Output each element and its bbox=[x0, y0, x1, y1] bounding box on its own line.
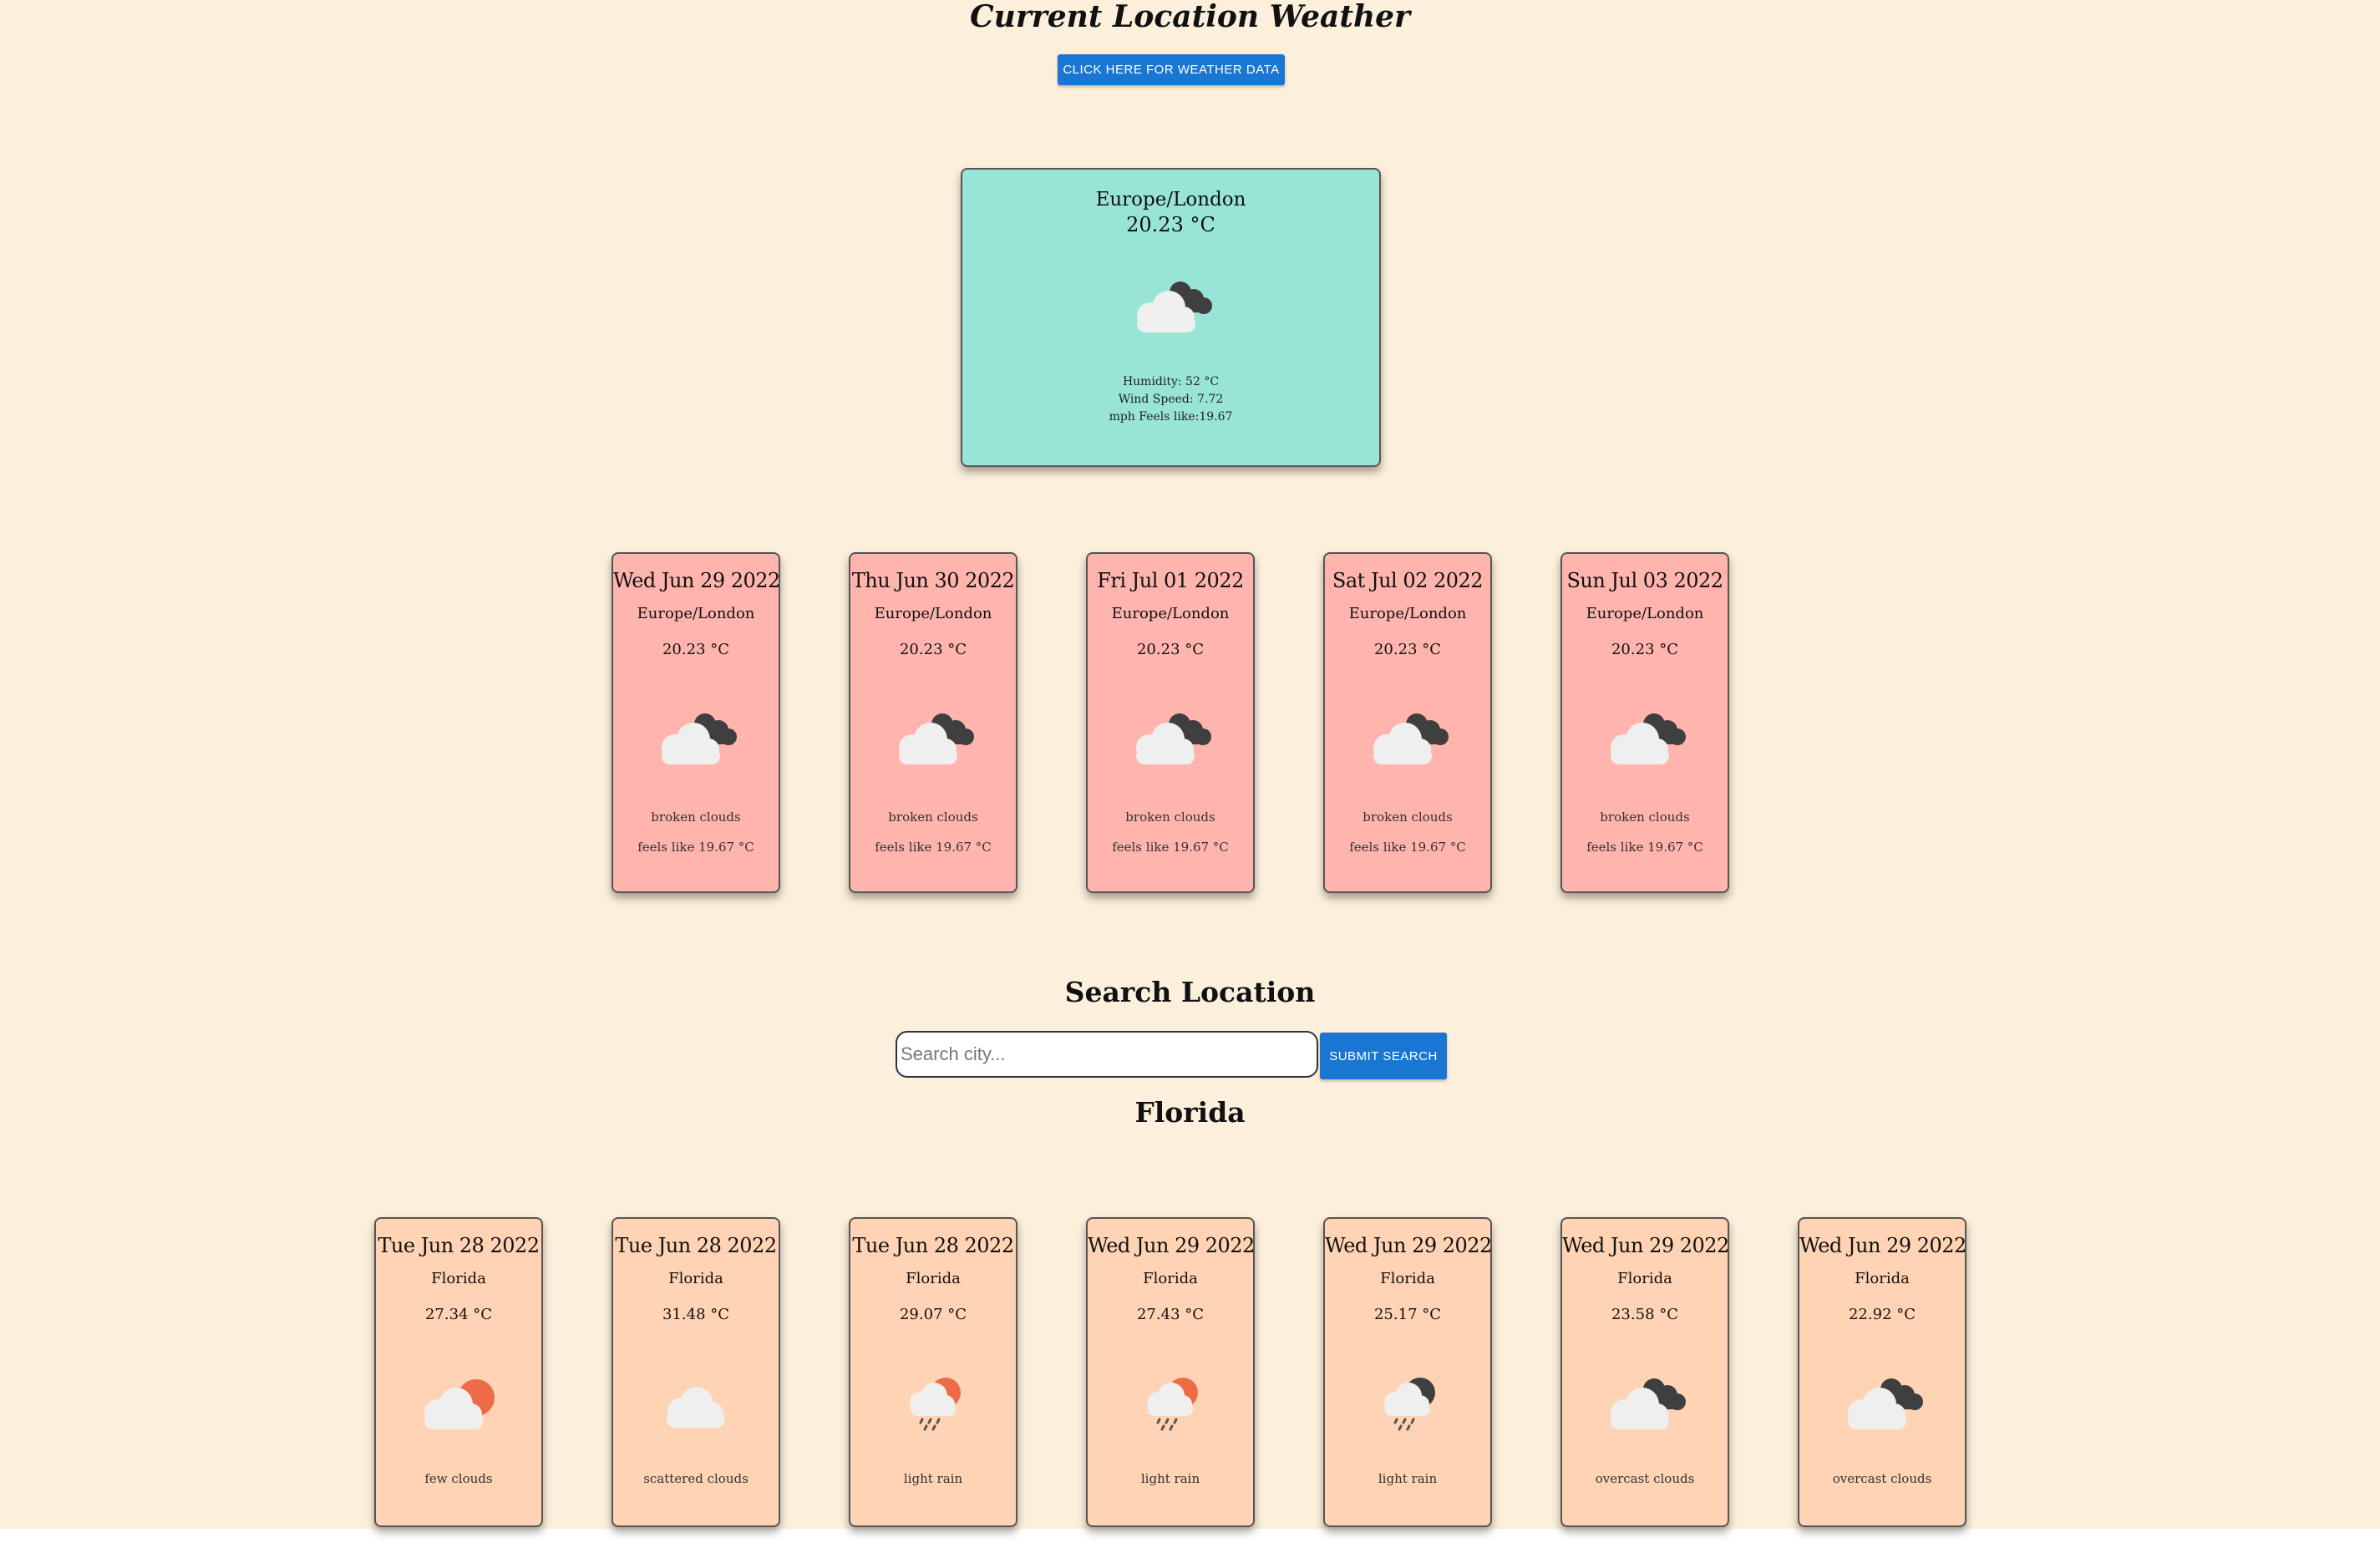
forecast-location: Europe/London bbox=[1348, 605, 1467, 622]
page-title: Current Location Weather bbox=[970, 0, 1410, 34]
city-forecast-card: Wed Jun 29 2022 Florida 27.43 °C light r… bbox=[1086, 1217, 1255, 1527]
city-forecast-temperature: 29.07 °C bbox=[899, 1306, 967, 1323]
weather-data-button[interactable]: CLICK HERE FOR WEATHER DATA bbox=[1058, 54, 1285, 85]
forecast-location: Europe/London bbox=[1586, 605, 1704, 622]
forecast-feels-like: feels like 19.67 °C bbox=[1586, 840, 1703, 855]
forecast-temperature: 20.23 °C bbox=[1136, 641, 1205, 658]
city-forecast-date: Tue Jun 28 2022 bbox=[852, 1234, 1014, 1257]
current-temperature: 20.23 °C bbox=[1126, 213, 1215, 236]
city-forecast-date: Wed Jun 29 2022 bbox=[1088, 1234, 1255, 1257]
broken-clouds-icon bbox=[1836, 1368, 1928, 1434]
scattered-clouds-icon bbox=[650, 1368, 742, 1434]
current-weather-card: Europe/London 20.23 °C Humidity: 52 °C W… bbox=[961, 168, 1381, 467]
forecast-feels-like: feels like 19.67 °C bbox=[875, 840, 992, 855]
forecast-date: Thu Jun 30 2022 bbox=[851, 569, 1015, 592]
forecast-location: Europe/London bbox=[874, 605, 992, 622]
current-location: Europe/London bbox=[1095, 189, 1246, 211]
forecast-temperature: 20.23 °C bbox=[899, 641, 967, 658]
forecast-description: broken clouds bbox=[651, 810, 741, 825]
rain-night-icon bbox=[1362, 1368, 1454, 1434]
rain-day-icon bbox=[1124, 1368, 1216, 1434]
feels-like-text: mph Feels like:19.67 bbox=[1109, 410, 1233, 424]
forecast-card: Sun Jul 03 2022 Europe/London 20.23 °C b… bbox=[1560, 552, 1729, 893]
city-forecast-description: light rain bbox=[903, 1471, 963, 1486]
rain-day-icon bbox=[887, 1368, 979, 1434]
city-forecast-temperature: 27.34 °C bbox=[424, 1306, 493, 1323]
forecast-description: broken clouds bbox=[888, 810, 978, 825]
city-forecast-date: Tue Jun 28 2022 bbox=[615, 1234, 777, 1257]
city-forecast-temperature: 31.48 °C bbox=[662, 1306, 730, 1323]
submit-search-button[interactable]: SUBMIT SEARCH bbox=[1320, 1033, 1447, 1079]
forecast-description: broken clouds bbox=[1125, 810, 1215, 825]
forecast-date: Sun Jul 03 2022 bbox=[1566, 569, 1723, 592]
forecast-feels-like: feels like 19.67 °C bbox=[637, 840, 754, 855]
city-forecast-date: Wed Jun 29 2022 bbox=[1799, 1234, 1966, 1257]
city-heading: Florida bbox=[1134, 1096, 1246, 1129]
city-forecast-temperature: 25.17 °C bbox=[1373, 1306, 1442, 1323]
forecast-date: Fri Jul 01 2022 bbox=[1097, 569, 1244, 592]
search-heading: Search Location bbox=[1064, 976, 1316, 1008]
forecast-location: Europe/London bbox=[1111, 605, 1230, 622]
city-forecast-card: Tue Jun 28 2022 Florida 31.48 °C scatter… bbox=[611, 1217, 780, 1527]
forecast-location: Europe/London bbox=[637, 605, 755, 622]
wind-speed-text: Wind Speed: 7.72 bbox=[1118, 393, 1224, 406]
city-forecast-location: Florida bbox=[906, 1270, 961, 1287]
city-forecast-location: Florida bbox=[1380, 1270, 1435, 1287]
forecast-feels-like: feels like 19.67 °C bbox=[1349, 840, 1466, 855]
forecast-temperature: 20.23 °C bbox=[1373, 641, 1442, 658]
humidity-text: Humidity: 52 °C bbox=[1122, 375, 1220, 388]
city-forecast-description: few clouds bbox=[424, 1471, 493, 1486]
city-forecast-location: Florida bbox=[1143, 1270, 1198, 1287]
city-forecast-card: Wed Jun 29 2022 Florida 23.58 °C overcas… bbox=[1560, 1217, 1729, 1527]
few-clouds-day-icon bbox=[413, 1368, 505, 1434]
broken-clouds-icon bbox=[1125, 274, 1217, 337]
city-forecast-description: light rain bbox=[1378, 1471, 1438, 1486]
city-forecast-description: light rain bbox=[1140, 1471, 1200, 1486]
city-forecast-card: Tue Jun 28 2022 Florida 27.34 °C few clo… bbox=[374, 1217, 543, 1527]
forecast-card: Wed Jun 29 2022 Europe/London 20.23 °C b… bbox=[611, 552, 780, 893]
forecast-description: broken clouds bbox=[1600, 810, 1690, 825]
city-forecast-temperature: 27.43 °C bbox=[1136, 1306, 1205, 1323]
current-details: Humidity: 52 °C Wind Speed: 7.72 mph Fee… bbox=[962, 373, 1379, 426]
city-forecast-description: scattered clouds bbox=[643, 1471, 749, 1486]
broken-clouds-icon bbox=[1124, 703, 1216, 769]
city-forecast-location: Florida bbox=[668, 1270, 723, 1287]
city-forecast-card: Tue Jun 28 2022 Florida 29.07 °C light r… bbox=[849, 1217, 1017, 1527]
forecast-card: Sat Jul 02 2022 Europe/London 20.23 °C b… bbox=[1323, 552, 1492, 893]
city-forecast-location: Florida bbox=[1855, 1270, 1910, 1287]
city-forecast-description: overcast clouds bbox=[1595, 1471, 1695, 1486]
city-forecast-temperature: 23.58 °C bbox=[1611, 1306, 1679, 1323]
forecast-date: Sat Jul 02 2022 bbox=[1332, 569, 1484, 592]
forecast-date: Wed Jun 29 2022 bbox=[613, 569, 780, 592]
city-forecast-card: Wed Jun 29 2022 Florida 25.17 °C light r… bbox=[1323, 1217, 1492, 1527]
forecast-temperature: 20.23 °C bbox=[1611, 641, 1679, 658]
city-forecast-description: overcast clouds bbox=[1832, 1471, 1932, 1486]
broken-clouds-icon bbox=[1362, 703, 1454, 769]
broken-clouds-icon bbox=[650, 703, 742, 769]
forecast-card: Thu Jun 30 2022 Europe/London 20.23 °C b… bbox=[849, 552, 1017, 893]
city-forecast-card: Wed Jun 29 2022 Florida 22.92 °C overcas… bbox=[1798, 1217, 1966, 1527]
city-forecast-date: Tue Jun 28 2022 bbox=[378, 1234, 540, 1257]
city-forecast-location: Florida bbox=[1617, 1270, 1672, 1287]
broken-clouds-icon bbox=[1599, 703, 1691, 769]
broken-clouds-icon bbox=[887, 703, 979, 769]
forecast-card: Fri Jul 01 2022 Europe/London 20.23 °C b… bbox=[1086, 552, 1255, 893]
city-forecast-date: Wed Jun 29 2022 bbox=[1562, 1234, 1729, 1257]
forecast-description: broken clouds bbox=[1363, 810, 1453, 825]
city-forecast-temperature: 22.92 °C bbox=[1848, 1306, 1916, 1323]
broken-clouds-icon bbox=[1599, 1368, 1691, 1434]
search-input[interactable] bbox=[896, 1031, 1318, 1078]
city-forecast-date: Wed Jun 29 2022 bbox=[1325, 1234, 1492, 1257]
forecast-feels-like: feels like 19.67 °C bbox=[1112, 840, 1229, 855]
forecast-temperature: 20.23 °C bbox=[662, 641, 730, 658]
page-bottom-strip bbox=[0, 1529, 2380, 1543]
city-forecast-location: Florida bbox=[431, 1270, 486, 1287]
